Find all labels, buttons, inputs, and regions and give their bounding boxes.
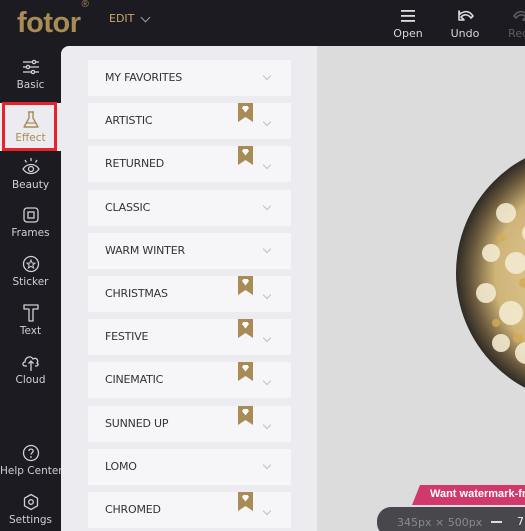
sidebar-item-text[interactable]: Text — [0, 302, 61, 348]
effect-category-christmas[interactable]: CHRISTMAS — [88, 276, 291, 312]
effect-category-my-favorites[interactable]: MY FAVORITES — [88, 60, 291, 96]
category-name: LOMO — [105, 460, 137, 473]
premium-diamond-badge-icon — [238, 146, 253, 165]
chevron-down-icon — [262, 290, 272, 300]
chevron-down-icon — [262, 460, 272, 470]
effect-category-cinematic[interactable]: CINEMATIC — [88, 362, 291, 398]
sidebar-item-label: Frames — [11, 227, 50, 239]
sidebar-item-beauty[interactable]: Beauty — [0, 156, 61, 202]
redo-label: Redo — [508, 27, 525, 40]
category-name: CHROMED — [105, 503, 161, 516]
logo-text: fotor — [17, 7, 81, 39]
effect-category-sunned-up[interactable]: SUNNED UP — [88, 406, 291, 442]
chevron-down-icon — [262, 117, 272, 127]
promo-text: Want watermark-free — [430, 488, 525, 500]
chevron-down-icon — [262, 376, 272, 386]
category-name: CHRISTMAS — [105, 287, 168, 300]
sidebar-item-basic[interactable]: Basic — [0, 56, 61, 102]
category-name: RETURNED — [105, 157, 165, 170]
chevron-down-icon — [262, 420, 272, 430]
sidebar-item-label: Sticker — [12, 276, 49, 288]
sidebar-item-label: Help Center — [0, 465, 63, 477]
zoom-out-button[interactable] — [489, 513, 505, 529]
category-name: SUNNED UP — [105, 417, 169, 430]
edit-mode-dropdown[interactable]: EDIT — [109, 12, 151, 25]
effect-category-lomo[interactable]: LOMO — [88, 449, 291, 485]
star-circle-icon — [0, 253, 61, 275]
chevron-down-icon — [262, 201, 272, 211]
sidebar-item-label: Effect — [15, 132, 46, 144]
undo-label: Undo — [450, 27, 480, 40]
chevron-down-icon — [262, 333, 272, 343]
open-label: Open — [393, 27, 423, 40]
menu-icon — [386, 6, 430, 26]
effect-category-chromed[interactable]: CHROMED — [88, 492, 291, 528]
redo-button[interactable]: Redo — [500, 6, 525, 40]
category-name: CINEMATIC — [105, 373, 164, 386]
sidebar-item-label: Basic — [16, 79, 45, 91]
effect-panel: MY FAVORITES ARTISTIC RETURNED CLASSIC WARM … — [61, 46, 317, 531]
redo-icon — [500, 6, 525, 26]
left-sidebar: Basic Effect Beauty Frames Sticker Text — [0, 46, 63, 531]
frame-icon — [0, 204, 61, 226]
chevron-down-icon — [262, 506, 272, 516]
registered-mark: ® — [81, 0, 89, 11]
sidebar-item-label: Cloud — [15, 374, 46, 386]
gear-icon — [0, 491, 61, 513]
premium-diamond-badge-icon — [238, 103, 253, 122]
image-dimensions: 345px × 500px — [397, 516, 483, 529]
sidebar-item-cloud[interactable]: Cloud — [0, 351, 61, 397]
sidebar-item-label: Settings — [8, 514, 53, 526]
premium-diamond-badge-icon — [238, 406, 253, 425]
sidebar-item-help-center[interactable]: Help Center — [0, 442, 63, 488]
premium-diamond-badge-icon — [238, 492, 253, 511]
flask-icon — [0, 109, 61, 131]
effect-category-returned[interactable]: RETURNED — [88, 146, 291, 182]
category-name: ARTISTIC — [105, 114, 153, 127]
chevron-down-icon — [262, 71, 272, 81]
photo-popcorn-bowl[interactable] — [456, 143, 525, 403]
chevron-down-icon — [140, 12, 151, 22]
canvas-status-bar: 345px × 500px 7 — [377, 507, 525, 531]
top-bar: fotor® EDIT Open Undo Redo — [0, 0, 525, 46]
open-button[interactable]: Open — [386, 6, 430, 40]
chevron-down-icon — [262, 160, 272, 170]
chevron-down-icon — [262, 244, 272, 254]
sidebar-item-sticker[interactable]: Sticker — [0, 253, 61, 299]
undo-button[interactable]: Undo — [443, 6, 487, 40]
category-name: WARM WINTER — [105, 244, 185, 257]
category-name: FESTIVE — [105, 330, 149, 343]
canvas-area[interactable] — [317, 46, 525, 531]
category-name: MY FAVORITES — [105, 71, 182, 84]
zoom-value: 7 — [517, 515, 524, 528]
premium-diamond-badge-icon — [238, 276, 253, 295]
sidebar-item-label: Text — [19, 325, 42, 337]
sidebar-item-settings[interactable]: Settings — [0, 491, 61, 531]
sliders-icon — [0, 56, 61, 78]
text-t-icon — [0, 302, 61, 324]
sidebar-item-frames[interactable]: Frames — [0, 204, 61, 250]
sidebar-item-effect[interactable]: Effect — [0, 103, 61, 151]
effect-category-warm-winter[interactable]: WARM WINTER — [88, 233, 291, 269]
effect-category-festive[interactable]: FESTIVE — [88, 319, 291, 355]
category-name: CLASSIC — [105, 201, 151, 214]
effect-category-classic[interactable]: CLASSIC — [88, 190, 291, 226]
premium-diamond-badge-icon — [238, 362, 253, 381]
premium-diamond-badge-icon — [238, 319, 253, 338]
fotor-logo[interactable]: fotor® — [17, 0, 89, 40]
undo-icon — [443, 6, 487, 26]
edit-mode-label: EDIT — [109, 12, 135, 25]
help-circle-icon — [0, 442, 61, 464]
eye-icon — [0, 156, 61, 178]
effect-category-artistic[interactable]: ARTISTIC — [88, 103, 291, 139]
watermark-free-promo[interactable]: Want watermark-free — [412, 485, 525, 505]
sidebar-item-label: Beauty — [11, 179, 50, 191]
cloud-upload-icon — [0, 351, 61, 373]
